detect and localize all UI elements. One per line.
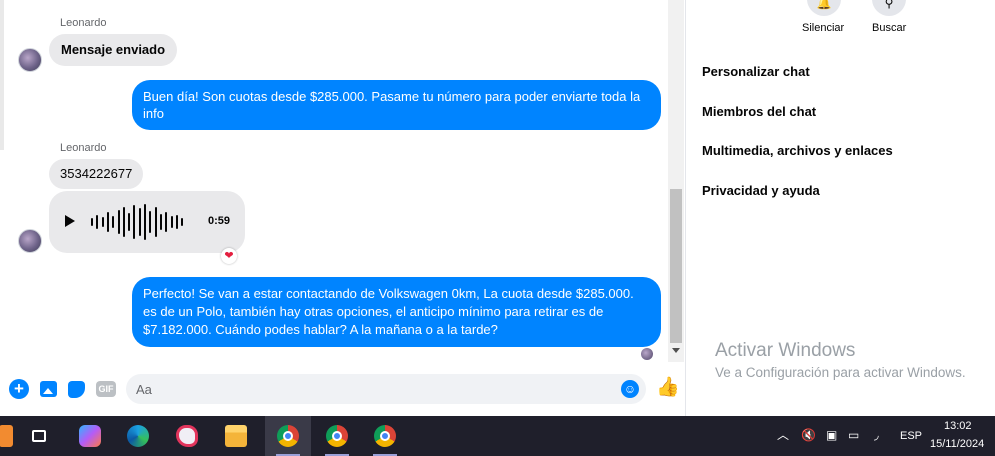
edge-glyph [127,425,149,447]
chrome-profile-icon[interactable] [315,416,359,456]
chat-pane: Leonardo Mensaje enviado Buen día! Son c… [0,0,686,416]
waveform-bar [106,212,109,232]
menu-media-files-links[interactable]: Multimedia, archivos y enlaces [702,143,893,158]
waveform-bar [91,218,93,226]
waveform-bar [181,218,184,226]
screen: Leonardo Mensaje enviado Buen día! Son c… [0,0,995,456]
meet-now-icon[interactable]: ▣ [826,428,837,442]
waveform-bar [159,214,162,230]
taskbar: ︿ 🔇 ▣ ▭ ◞ ESP 13:02 15/11/2024 [0,416,995,456]
copilot-glyph [79,425,101,447]
clock-time[interactable]: 13:02 [944,420,972,432]
waveform-bar [154,207,157,237]
clock-date[interactable]: 15/11/2024 [930,438,984,450]
waveform-bar [101,217,104,227]
heart-reaction-icon[interactable]: ❤ [221,248,237,264]
waveform-bar [128,213,131,231]
app-icon [0,425,13,447]
mute-label[interactable]: Silenciar [802,22,844,34]
avatar[interactable] [18,48,42,72]
task-view-glyph [32,430,46,442]
seen-avatar [641,348,653,360]
image-icon[interactable] [40,381,57,397]
copilot-icon[interactable] [70,416,110,456]
composer: + GIF ☺ 👍 [0,364,686,416]
chrome-glyph [326,425,348,447]
chrome-glyph [277,425,299,447]
message-input[interactable] [126,374,646,404]
incoming-message[interactable]: Mensaje enviado [49,34,178,66]
plus-icon[interactable]: + [9,379,29,399]
battery-icon[interactable]: ▭ [848,428,859,442]
waveform-bar [117,210,120,234]
menu-privacy-help[interactable]: Privacidad y ayuda [702,183,820,198]
chevron-up-icon[interactable]: ︿ [777,428,789,442]
paint-icon[interactable] [167,416,207,456]
incoming-message[interactable]: 3534222677 [49,159,144,189]
outgoing-message[interactable]: Perfecto! Se van a estar contactando de … [132,277,661,347]
chat-info-panel: 🔔 Silenciar ⚲ Buscar Personalizar chat M… [687,0,995,416]
waveform-bar [165,212,168,232]
activation-watermark-subtitle: Ve a Configuración para activar Windows. [715,365,966,380]
waveform-bar [170,216,173,228]
file-explorer-icon[interactable] [216,416,256,456]
waveform-bar [138,208,141,236]
waveform-bar [175,215,178,229]
waveform-bar [96,215,99,229]
audio-duration: 0:59 [208,215,231,227]
play-icon[interactable] [65,215,75,227]
gif-icon[interactable]: GIF [96,381,116,397]
waveform-bar [133,205,136,239]
waveform-bar [122,207,125,237]
thumbs-up-icon[interactable]: 👍 [656,377,680,399]
chrome-icon[interactable] [265,416,311,456]
scrollbar[interactable] [668,0,684,362]
chrome-glyph [374,425,396,447]
left-edge [0,0,4,150]
avatar[interactable] [18,229,42,253]
menu-chat-members[interactable]: Miembros del chat [702,104,816,119]
activation-watermark-title: Activar Windows [715,340,856,361]
sticker-icon[interactable] [68,381,85,398]
sender-name: Leonardo [60,142,107,154]
waveform-bar [112,216,115,228]
scroll-down-arrow-icon[interactable] [672,348,680,353]
emoji-icon[interactable]: ☺ [621,380,639,398]
waveform-bar [144,204,146,240]
search-icon[interactable]: ⚲ [872,0,906,16]
audio-message[interactable]: 0:59 [49,191,245,253]
sender-name: Leonardo [60,17,107,29]
speaker-muted-icon[interactable]: 🔇 [801,428,816,442]
bell-icon[interactable]: 🔔 [807,0,841,16]
paint-glyph [176,425,198,447]
waveform-bar [149,211,152,233]
folder-glyph [225,425,247,447]
menu-customize-chat[interactable]: Personalizar chat [702,64,810,79]
outgoing-message[interactable]: Buen día! Son cuotas desde $285.000. Pas… [132,80,661,130]
waveform [91,203,187,241]
language-indicator[interactable]: ESP [900,430,922,442]
task-view-icon[interactable] [19,416,59,456]
edge-icon[interactable] [118,416,158,456]
scrollbar-thumb[interactable] [670,189,682,343]
wifi-icon[interactable]: ◞ [874,428,879,442]
search-label[interactable]: Buscar [872,22,906,34]
chrome-profile-t-icon[interactable] [363,416,407,456]
